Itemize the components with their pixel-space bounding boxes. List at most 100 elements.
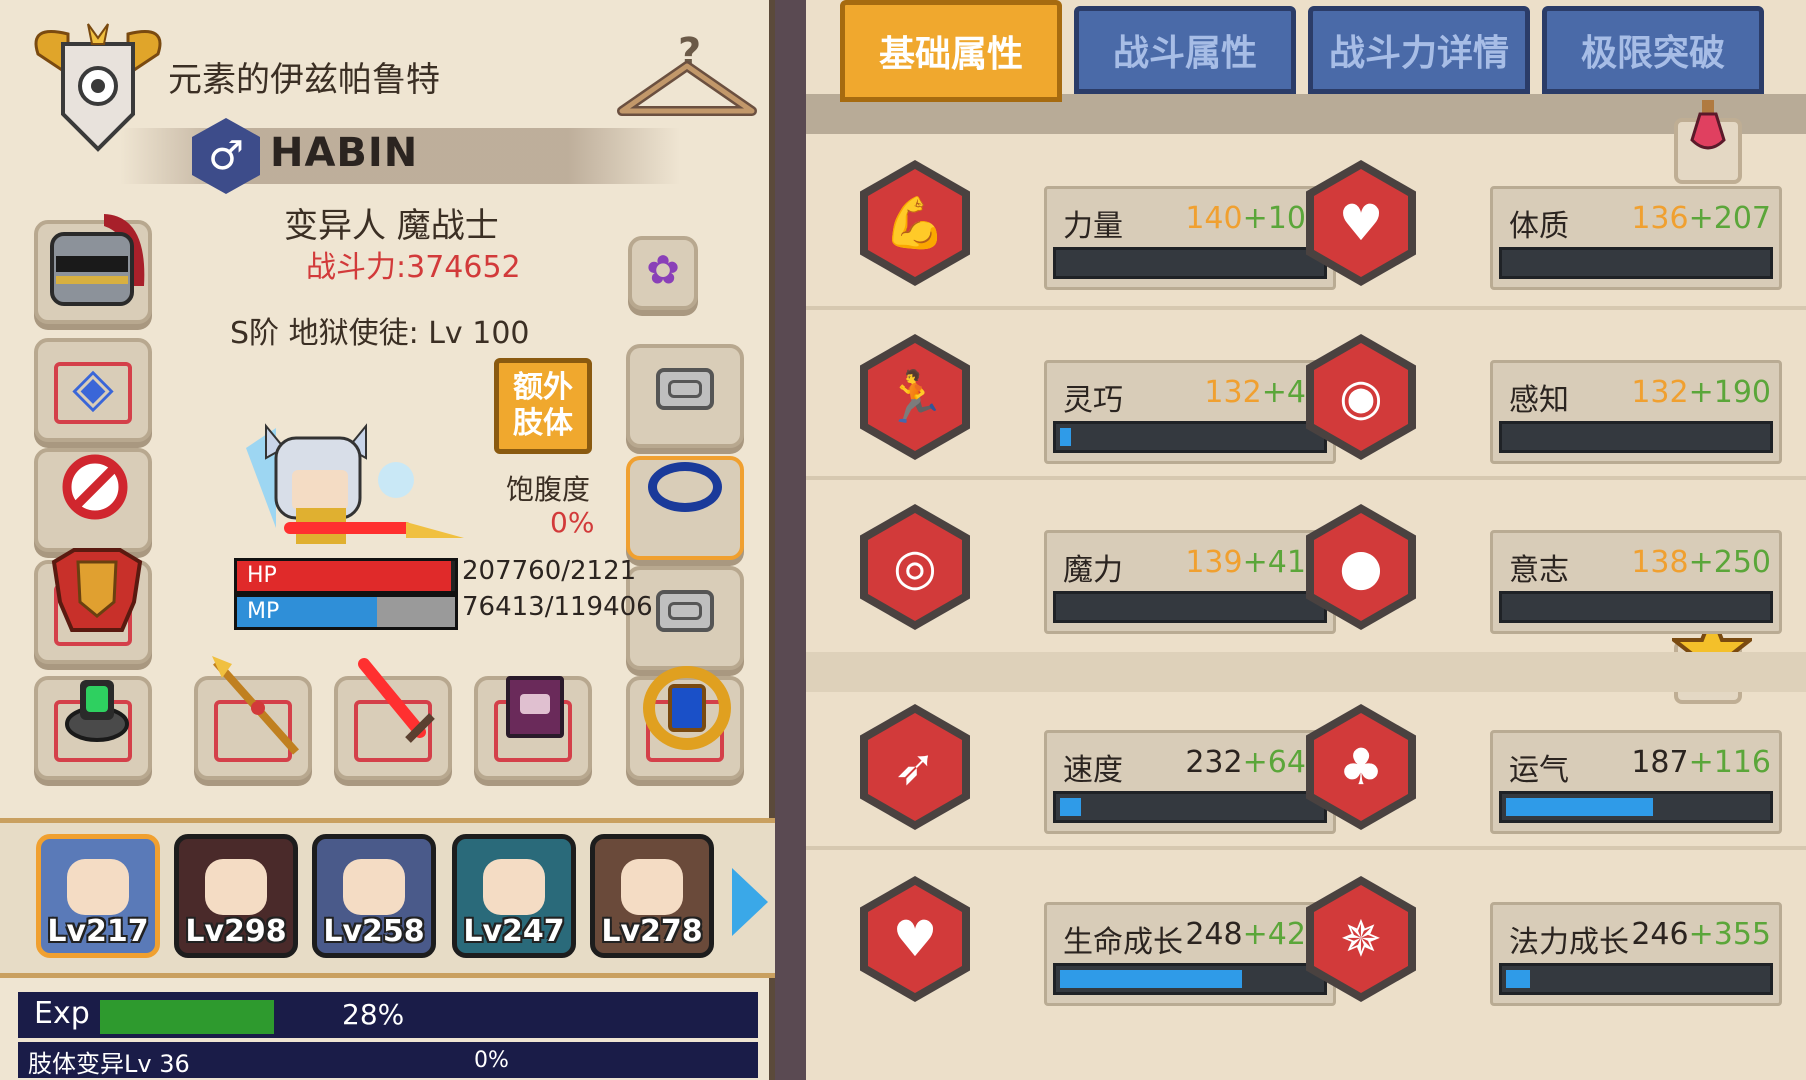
stat-name: 魔力 [1063,553,1123,588]
stat-value: 136+207 [1631,201,1771,236]
stat-box[interactable]: 法力成长 246+355 [1490,902,1782,1006]
exp-bar [100,1000,720,1034]
stat-box[interactable]: 力量 140+109 [1044,186,1336,290]
party-member-level: Lv278 [601,914,703,949]
party-member-portrait[interactable]: Lv247 [452,834,576,958]
stat-hex-badge[interactable]: ➶ [860,704,970,830]
party-member-portrait[interactable]: Lv258 [312,834,436,958]
tab-2[interactable]: 战斗属性 [1074,6,1296,94]
stat-value: 139+412 [1185,545,1325,580]
stat-progress-bar [1499,791,1773,823]
next-page-arrow-icon[interactable] [732,868,768,936]
stats-panel: 基础属性 战斗属性 战斗力详情 极限突破 💪 力量 140+109 ♥ 体质 136+207 🏃 灵… [806,0,1806,1080]
book-slot[interactable] [474,676,592,780]
stat-progress-bar [1053,791,1327,823]
purple-gear-icon: ✿ [646,247,680,294]
stat-box[interactable]: 体质 136+207 [1490,186,1782,290]
stat-base-value: 232 [1185,745,1243,780]
stat-progress-bar [1499,421,1773,453]
gem-device-icon [62,666,132,746]
stat-value: 232+648 [1185,745,1325,780]
stat-bonus-value: +190 [1688,375,1771,410]
exp-label: Exp [34,996,90,1031]
stat-name: 速度 [1063,753,1123,788]
flexed-arm-icon: 💪 [868,169,962,277]
mp-bar: MP [234,594,458,630]
stat-hex-badge[interactable]: 🏃 [860,334,970,460]
ring-slot[interactable] [626,666,744,780]
extra-limbs-label: 额外 肢体 [513,370,573,441]
stat-hex-badge[interactable]: ♥ [860,876,970,1002]
stat-hex-badge[interactable]: ◎ [860,504,970,630]
tab-3[interactable]: 战斗力详情 [1308,6,1530,94]
spiral-icon: ◎ [868,513,962,621]
outfit-hanger-icon[interactable]: ? [612,26,762,126]
armor-slot[interactable] [34,548,152,664]
character-name: HABIN [270,130,419,176]
portrait-face [483,859,545,915]
tome-icon [506,676,564,738]
stat-box[interactable]: 魔力 139+412 [1044,530,1336,634]
stat-base-value: 140 [1185,201,1243,236]
stat-box[interactable]: 感知 132+190 [1490,360,1782,464]
head-silhouette-icon: ● [1314,513,1408,621]
necklace-slot[interactable]: ◈ [34,338,152,442]
locked-slot-1[interactable] [626,344,744,448]
party-member-portrait[interactable]: Lv298 [174,834,298,958]
rank-line: S阶 地狱使徒: Lv 100 [230,316,530,351]
stat-name: 灵巧 [1063,383,1123,418]
stat-bonus-value: +116 [1688,745,1771,780]
stat-base-value: 138 [1631,545,1689,580]
divider [18,1038,758,1042]
portrait-face [621,859,683,915]
running-man-icon: 🏃 [868,343,962,451]
stat-progress-bar [1499,591,1773,623]
stat-base-value: 246 [1631,917,1689,952]
sword-slot[interactable] [334,658,452,780]
stat-value: 140+109 [1185,201,1325,236]
accessory-slot[interactable] [34,676,152,780]
stat-box[interactable]: 灵巧 132+42 [1044,360,1336,464]
stat-value: 187+116 [1631,745,1771,780]
empty-locked-slot[interactable] [34,448,152,552]
purple-item-slot[interactable]: ✿ [628,236,698,310]
bracelet-slot[interactable] [626,456,744,560]
character-sprite [236,418,476,558]
party-member-portrait[interactable]: Lv217 [36,834,160,958]
stat-progress-fill [1060,970,1243,988]
stat-progress-fill [1060,428,1071,446]
spear-slot[interactable] [194,656,312,780]
limb-mutation-percent: 0% [474,1048,509,1073]
exp-panel: Exp 28% 肢体变异Lv 36 0% [18,992,758,1078]
stat-bonus-value: +250 [1688,545,1771,580]
character-panel: 元素的伊兹帕鲁特 ? ♂ HABIN 变异人 魔战士 战斗力:374652 S阶… [0,0,775,1080]
portrait-face [205,859,267,915]
party-member-level: Lv217 [47,914,149,949]
stat-progress-bar [1499,963,1773,995]
stat-box[interactable]: 生命成长 248+420 [1044,902,1336,1006]
stat-bonus-value: +355 [1688,917,1771,952]
mp-label: MP [247,599,280,624]
tab-4[interactable]: 极限突破 [1542,6,1764,94]
stat-value: 248+420 [1185,917,1325,952]
potion-button[interactable] [1674,100,1742,184]
exp-percent: 28% [342,998,405,1031]
stat-box[interactable]: 意志 138+250 [1490,530,1782,634]
muscle-body-icon: ♥ [1314,169,1408,277]
stat-hex-badge[interactable]: 💪 [860,160,970,286]
stat-name: 意志 [1509,553,1569,588]
heart-icon: ♥ [868,885,962,993]
hp-value: 207760/2121 [462,556,637,586]
stat-row-divider [806,306,1806,310]
helmet-slot[interactable] [34,214,152,324]
extra-limbs-button[interactable]: 额外 肢体 [494,358,592,454]
party-member-portrait[interactable]: Lv278 [590,834,714,958]
stat-progress-bar [1053,963,1327,995]
tab-label: 基础属性 [878,34,1023,75]
tab-1[interactable]: 基础属性 [840,0,1062,102]
prohibited-icon [60,452,130,522]
stat-box[interactable]: 速度 232+648 [1044,730,1336,834]
limb-mutation-label: 肢体变异Lv 36 [28,1050,190,1078]
locked-icon [656,590,714,632]
stat-box[interactable]: 运气 187+116 [1490,730,1782,834]
